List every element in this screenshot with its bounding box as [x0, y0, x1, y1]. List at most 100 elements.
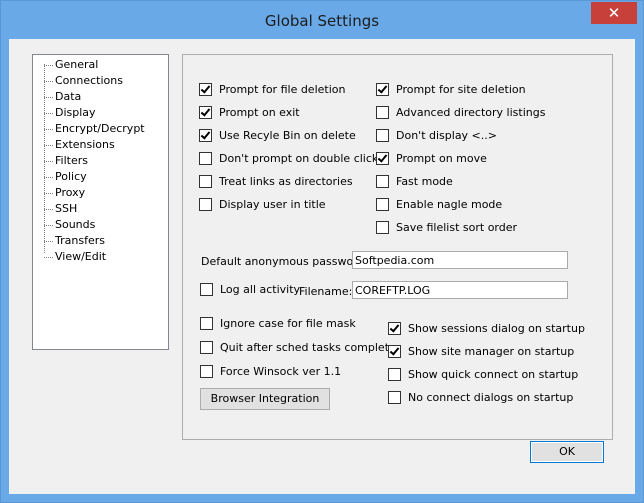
general-left-checkbox-2[interactable]: Use Recyle Bin on delete — [199, 128, 356, 145]
general-right-checkbox-3[interactable]: Prompt on move — [376, 151, 487, 168]
ok-button[interactable]: OK — [530, 441, 604, 463]
bottom-right-checkbox-2[interactable]: Show quick connect on startup — [388, 367, 579, 384]
general-settings-panel: Prompt for file deletion Prompt on exit Us… — [182, 54, 613, 440]
log-all-activity-checkbox[interactable]: Log all activity — [200, 282, 300, 299]
general-left-box-3[interactable] — [199, 151, 212, 165]
bottom-right-box-2[interactable] — [388, 367, 401, 381]
general-right-label-1: Advanced directory listings — [396, 106, 546, 119]
general-left-checkbox-0[interactable]: Prompt for file deletion — [199, 82, 346, 99]
bottom-left-box-2[interactable] — [200, 364, 213, 378]
tree-connector-branch — [44, 113, 53, 114]
general-left-checkbox-1[interactable]: Prompt on exit — [199, 105, 300, 122]
tree-item-connections[interactable]: Connections — [55, 73, 123, 89]
general-right-checkbox-1[interactable]: Advanced directory listings — [376, 105, 546, 122]
tree-connector-branch — [44, 225, 53, 226]
general-right-box-1[interactable] — [376, 105, 389, 119]
anon-password-input[interactable]: Softpedia.com — [352, 251, 568, 269]
bottom-left-label-1: Quit after sched tasks complete — [220, 341, 396, 354]
tree-item-policy[interactable]: Policy — [55, 169, 87, 185]
general-right-box-4[interactable] — [376, 174, 389, 188]
window-frame-left — [1, 39, 9, 502]
dialog-client-area: General Connections Data Display Encrypt/Dec… — [9, 39, 635, 494]
bottom-left-label-0: Ignore case for file mask — [220, 317, 356, 330]
tree-item-encrypt-decrypt[interactable]: Encrypt/Decrypt — [55, 121, 145, 137]
tree-connector-branch — [44, 129, 53, 130]
tree-item-data[interactable]: Data — [55, 89, 81, 105]
general-right-checkbox-4[interactable]: Fast mode — [376, 174, 453, 191]
general-left-box-1[interactable] — [199, 105, 212, 119]
bottom-left-box-1[interactable] — [200, 340, 213, 354]
general-right-label-6: Save filelist sort order — [396, 221, 518, 234]
general-left-label-4: Treat links as directories — [219, 175, 353, 188]
tree-item-general[interactable]: General — [55, 57, 98, 73]
tree-item-proxy[interactable]: Proxy — [55, 185, 85, 201]
general-left-box-0[interactable] — [199, 82, 212, 96]
tree-connector-branch — [44, 161, 53, 162]
bottom-right-box-3[interactable] — [388, 390, 401, 404]
tree-connector-branch — [44, 145, 53, 146]
tree-item-extensions[interactable]: Extensions — [55, 137, 115, 153]
tree-connector-branch — [44, 209, 53, 210]
tree-item-sounds[interactable]: Sounds — [55, 217, 95, 233]
general-left-label-0: Prompt for file deletion — [219, 83, 346, 96]
bottom-right-label-0: Show sessions dialog on startup — [408, 322, 585, 335]
general-left-box-5[interactable] — [199, 197, 212, 211]
general-left-label-1: Prompt on exit — [219, 106, 300, 119]
log-all-activity-box[interactable] — [200, 282, 213, 296]
tree-connector-branch — [44, 97, 53, 98]
general-left-box-4[interactable] — [199, 174, 212, 188]
bottom-right-box-1[interactable] — [388, 344, 401, 358]
bottom-right-box-0[interactable] — [388, 321, 401, 335]
general-right-box-6[interactable] — [376, 220, 389, 234]
general-right-checkbox-6[interactable]: Save filelist sort order — [376, 220, 518, 237]
bottom-left-checkbox-0[interactable]: Ignore case for file mask — [200, 316, 356, 333]
general-left-box-2[interactable] — [199, 128, 212, 142]
general-left-label-3: Don't prompt on double click — [219, 152, 379, 165]
bottom-right-label-2: Show quick connect on startup — [408, 368, 579, 381]
bottom-right-checkbox-1[interactable]: Show site manager on startup — [388, 344, 575, 361]
bottom-left-box-0[interactable] — [200, 316, 213, 330]
general-left-label-5: Display user in title — [219, 198, 326, 211]
general-left-checkbox-5[interactable]: Display user in title — [199, 197, 326, 214]
general-right-checkbox-2[interactable]: Don't display <..> — [376, 128, 497, 145]
settings-category-tree[interactable]: General Connections Data Display Encrypt/Dec… — [32, 54, 169, 350]
tree-item-ssh[interactable]: SSH — [55, 201, 77, 217]
general-right-label-0: Prompt for site deletion — [396, 83, 526, 96]
general-left-checkbox-4[interactable]: Treat links as directories — [199, 174, 353, 191]
window-frame-bottom — [1, 494, 643, 502]
general-right-label-3: Prompt on move — [396, 152, 487, 165]
general-right-checkbox-5[interactable]: Enable nagle mode — [376, 197, 503, 214]
bottom-left-checkbox-1[interactable]: Quit after sched tasks complete — [200, 340, 396, 357]
general-right-box-3[interactable] — [376, 151, 389, 165]
browser-integration-button[interactable]: Browser Integration — [200, 388, 330, 410]
bottom-right-checkbox-3[interactable]: No connect dialogs on startup — [388, 390, 573, 407]
general-right-label-4: Fast mode — [396, 175, 453, 188]
bottom-left-checkbox-2[interactable]: Force Winsock ver 1.1 — [200, 364, 342, 381]
window-title: Global Settings — [264, 12, 380, 30]
general-right-box-5[interactable] — [376, 197, 389, 211]
tree-connector-branch — [44, 177, 53, 178]
bottom-left-label-2: Force Winsock ver 1.1 — [220, 365, 342, 378]
anon-password-label: Default anonymous password: — [201, 255, 369, 268]
tree-item-filters[interactable]: Filters — [55, 153, 88, 169]
general-right-box-2[interactable] — [376, 128, 389, 142]
title-bar[interactable]: Global Settings ✕ — [1, 1, 643, 39]
bottom-right-label-1: Show site manager on startup — [408, 345, 575, 358]
general-left-checkbox-3[interactable]: Don't prompt on double click — [199, 151, 379, 168]
general-left-label-2: Use Recyle Bin on delete — [219, 129, 356, 142]
global-settings-window: Global Settings ✕ General Connections Data… — [0, 0, 644, 503]
general-right-label-2: Don't display <..> — [396, 129, 497, 142]
filename-label: Filename: — [299, 285, 353, 298]
general-right-box-0[interactable] — [376, 82, 389, 96]
filename-input[interactable]: COREFTP.LOG — [352, 281, 568, 299]
general-right-checkbox-0[interactable]: Prompt for site deletion — [376, 82, 526, 99]
tree-connector-branch — [44, 65, 53, 66]
tree-connector-branch — [44, 241, 53, 242]
close-icon[interactable]: ✕ — [591, 2, 637, 24]
tree-item-display[interactable]: Display — [55, 105, 96, 121]
general-right-label-5: Enable nagle mode — [396, 198, 503, 211]
tree-item-transfers[interactable]: Transfers — [55, 233, 105, 249]
tree-item-view-edit[interactable]: View/Edit — [55, 249, 106, 265]
bottom-right-checkbox-0[interactable]: Show sessions dialog on startup — [388, 321, 585, 338]
tree-connector-branch — [44, 193, 53, 194]
